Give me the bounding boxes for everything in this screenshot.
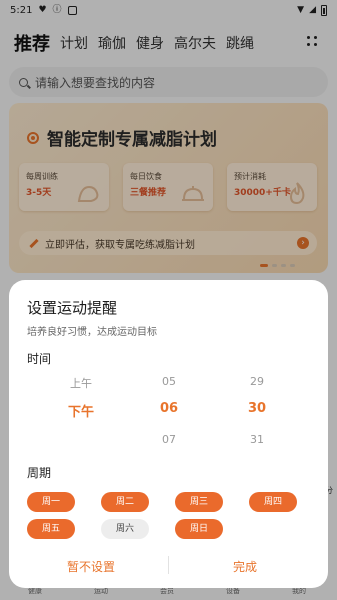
day-toggle-sunday[interactable]: 周日 <box>175 519 223 539</box>
day-toggle-friday[interactable]: 周五 <box>27 519 75 539</box>
footer-divider <box>168 556 169 574</box>
exercise-reminder-sheet: 设置运动提醒 培养良好习惯，达成运动目标 时间 上午 下午 05 06 07 2… <box>9 280 328 588</box>
cycle-label: 周期 <box>27 466 52 480</box>
hour-option-below[interactable]: 07 <box>139 433 199 446</box>
period-option-selected[interactable]: 下午 <box>51 401 111 420</box>
day-toggle-saturday[interactable]: 周六 <box>101 519 149 539</box>
day-toggle-tuesday[interactable]: 周二 <box>101 492 149 512</box>
minute-picker[interactable]: 29 30 31 <box>227 375 287 455</box>
hour-picker[interactable]: 05 06 07 <box>139 375 199 455</box>
day-toggle-thursday[interactable]: 周四 <box>249 492 297 512</box>
day-toggle-wednesday[interactable]: 周三 <box>175 492 223 512</box>
period-picker[interactable]: 上午 下午 <box>51 375 111 455</box>
minute-option-above[interactable]: 29 <box>227 375 287 388</box>
skip-setting-button[interactable]: 暂不设置 <box>31 558 151 575</box>
minute-option-below[interactable]: 31 <box>227 433 287 446</box>
time-label: 时间 <box>27 352 52 366</box>
hour-option-selected[interactable]: 06 <box>139 401 199 416</box>
day-toggle-monday[interactable]: 周一 <box>27 492 75 512</box>
period-option-above[interactable]: 上午 <box>51 375 111 391</box>
done-button[interactable]: 完成 <box>185 558 305 575</box>
sheet-title: 设置运动提醒 <box>27 299 118 317</box>
minute-option-selected[interactable]: 30 <box>227 401 287 416</box>
hour-option-above[interactable]: 05 <box>139 375 199 388</box>
sheet-subtitle: 培养良好习惯，达成运动目标 <box>27 327 157 338</box>
